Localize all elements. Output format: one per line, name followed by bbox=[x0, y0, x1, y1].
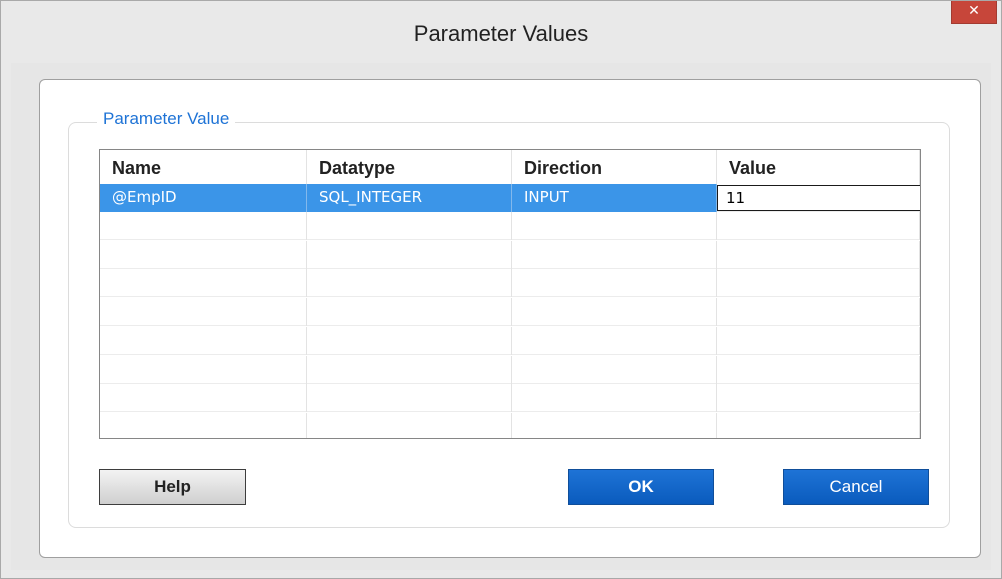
table-row-empty[interactable] bbox=[100, 412, 920, 438]
cell-value-empty[interactable] bbox=[717, 326, 920, 355]
help-button[interactable]: Help bbox=[99, 469, 246, 505]
table-row-empty[interactable] bbox=[100, 212, 920, 240]
cell-value-empty[interactable] bbox=[717, 384, 920, 413]
ok-button[interactable]: OK bbox=[568, 469, 714, 505]
table-row-empty[interactable] bbox=[100, 326, 920, 355]
cell-datatype-empty[interactable] bbox=[307, 384, 512, 413]
cell-name[interactable]: @EmpID bbox=[100, 184, 307, 212]
cell-name-empty[interactable] bbox=[100, 326, 307, 355]
cancel-button[interactable]: Cancel bbox=[783, 469, 929, 505]
cell-name-empty[interactable] bbox=[100, 355, 307, 384]
table-row-empty[interactable] bbox=[100, 240, 920, 269]
close-button[interactable]: ✕ bbox=[951, 1, 997, 24]
cell-value-empty[interactable] bbox=[717, 412, 920, 438]
cell-name-empty[interactable] bbox=[100, 212, 307, 240]
cell-name-empty[interactable] bbox=[100, 240, 307, 269]
cell-direction-empty[interactable] bbox=[512, 298, 717, 327]
cell-direction-empty[interactable] bbox=[512, 355, 717, 384]
cell-name-empty[interactable] bbox=[100, 269, 307, 298]
table-row[interactable]: @EmpID SQL_INTEGER INPUT bbox=[100, 184, 920, 212]
table-row-empty[interactable] bbox=[100, 269, 920, 298]
close-icon: ✕ bbox=[968, 3, 980, 19]
cell-datatype-empty[interactable] bbox=[307, 240, 512, 269]
content-panel: Parameter Value Name Datatype Direction … bbox=[39, 79, 981, 558]
cell-name-empty[interactable] bbox=[100, 298, 307, 327]
column-header-value[interactable]: Value bbox=[717, 150, 920, 184]
cell-direction-empty[interactable] bbox=[512, 240, 717, 269]
cell-datatype-empty[interactable] bbox=[307, 355, 512, 384]
table-row-empty[interactable] bbox=[100, 298, 920, 327]
cell-datatype-empty[interactable] bbox=[307, 298, 512, 327]
cell-direction-empty[interactable] bbox=[512, 269, 717, 298]
group-legend: Parameter Value bbox=[97, 109, 236, 129]
cell-datatype-empty[interactable] bbox=[307, 326, 512, 355]
cell-value-empty[interactable] bbox=[717, 298, 920, 327]
cell-value-empty[interactable] bbox=[717, 269, 920, 298]
cell-value[interactable] bbox=[717, 184, 920, 212]
cell-datatype-empty[interactable] bbox=[307, 269, 512, 298]
cell-name-empty[interactable] bbox=[100, 412, 307, 438]
cell-datatype-empty[interactable] bbox=[307, 412, 512, 438]
cell-datatype[interactable]: SQL_INTEGER bbox=[307, 184, 512, 212]
cell-value-empty[interactable] bbox=[717, 355, 920, 384]
cell-direction-empty[interactable] bbox=[512, 326, 717, 355]
cell-direction-empty[interactable] bbox=[512, 212, 717, 240]
cell-direction-empty[interactable] bbox=[512, 412, 717, 438]
cell-value-empty[interactable] bbox=[717, 212, 920, 240]
column-header-direction[interactable]: Direction bbox=[512, 150, 717, 184]
grid-header: Name Datatype Direction Value bbox=[100, 150, 920, 184]
cell-direction[interactable]: INPUT bbox=[512, 184, 717, 212]
parameter-values-dialog: Parameter Values ✕ Parameter Value Name … bbox=[0, 0, 1002, 579]
parameter-value-group: Parameter Value Name Datatype Direction … bbox=[68, 109, 950, 528]
parameter-grid[interactable]: Name Datatype Direction Value @EmpID SQL… bbox=[99, 149, 921, 439]
table-row-empty[interactable] bbox=[100, 355, 920, 384]
window-title: Parameter Values bbox=[413, 21, 589, 46]
cell-value-empty[interactable] bbox=[717, 240, 920, 269]
value-input[interactable] bbox=[717, 185, 920, 211]
title-bar[interactable]: Parameter Values ✕ bbox=[1, 1, 1001, 61]
table-row-empty[interactable] bbox=[100, 384, 920, 413]
cell-direction-empty[interactable] bbox=[512, 384, 717, 413]
dialog-body: Parameter Value Name Datatype Direction … bbox=[11, 63, 991, 570]
cell-datatype-empty[interactable] bbox=[307, 212, 512, 240]
column-header-datatype[interactable]: Datatype bbox=[307, 150, 512, 184]
cell-name-empty[interactable] bbox=[100, 384, 307, 413]
column-header-name[interactable]: Name bbox=[100, 150, 307, 184]
